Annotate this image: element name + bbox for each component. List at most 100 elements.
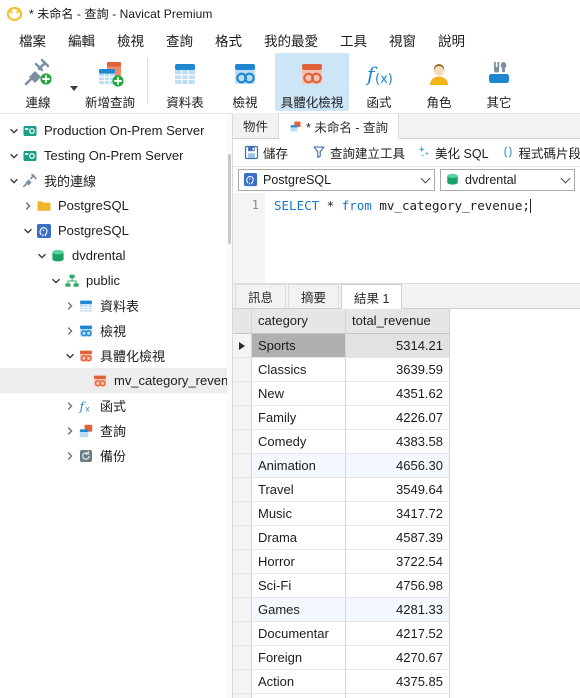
toolbar-button-new-query[interactable]: 新增查詢 — [80, 53, 140, 111]
cell-category[interactable]: Foreign — [251, 645, 346, 670]
cell-category[interactable]: New — [251, 381, 346, 406]
table-row[interactable]: Animation 4656.30 — [233, 453, 450, 478]
toolbar-button-other[interactable]: 其它 — [469, 53, 529, 111]
chevron-down-icon[interactable] — [6, 151, 21, 161]
save-button[interactable]: 儲存 — [240, 141, 292, 164]
cell-category[interactable]: Family — [251, 405, 346, 430]
cell-category[interactable]: Documentar — [251, 621, 346, 646]
cell-total-revenue[interactable]: 4226.07 — [345, 405, 450, 430]
chevron-right-icon[interactable] — [62, 401, 77, 411]
toolbar-button-role[interactable]: 角色 — [409, 53, 469, 111]
table-row[interactable]: New 4351.62 — [233, 381, 450, 406]
tab-objects[interactable]: 物件 — [233, 113, 280, 138]
table-row[interactable]: Family 4226.07 — [233, 405, 450, 430]
cell-category[interactable]: Action — [251, 669, 346, 694]
query-builder-button[interactable]: 查詢建立工具 — [308, 141, 409, 164]
chevron-down-icon[interactable] — [62, 351, 77, 361]
table-row[interactable]: Drama 4587.39 — [233, 525, 450, 550]
chevron-right-icon[interactable] — [20, 201, 35, 211]
table-row[interactable]: Comedy 4383.58 — [233, 429, 450, 454]
tab-untitled-query[interactable]: * 未命名 - 查詢 — [279, 114, 399, 139]
toolbar-button-view[interactable]: 檢視 — [215, 53, 275, 111]
cell-total-revenue[interactable]: 4281.33 — [345, 597, 450, 622]
menu-file[interactable]: 檔案 — [8, 27, 57, 53]
cell-category[interactable]: Horror — [251, 549, 346, 574]
tree-item-functions[interactable]: f x 函式 — [0, 393, 232, 418]
table-row[interactable]: Documentar 4217.52 — [233, 621, 450, 646]
tree-item-dvdrental-database[interactable]: dvdrental — [0, 243, 232, 268]
cell-total-revenue[interactable]: 4375.85 — [345, 669, 450, 694]
tree-item-testing-server[interactable]: Testing On-Prem Server — [0, 143, 232, 168]
sql-code-area[interactable]: SELECT * from mv_category_revenue; — [265, 193, 580, 283]
cell-total-revenue[interactable]: 4656.30 — [345, 453, 450, 478]
tree-item-tables[interactable]: 資料表 — [0, 293, 232, 318]
chevron-down-icon[interactable] — [48, 276, 63, 286]
cell-total-revenue[interactable]: 3549.64 — [345, 477, 450, 502]
cell-total-revenue[interactable]: 4217.52 — [345, 621, 450, 646]
cell-category[interactable]: Sports — [251, 333, 346, 358]
table-row[interactable]: Travel 3549.64 — [233, 477, 450, 502]
menu-query[interactable]: 查詢 — [155, 27, 204, 53]
toolbar-button-materialized-view[interactable]: 具體化檢視 — [275, 53, 349, 111]
cell-category[interactable]: Music — [251, 501, 346, 526]
chevron-right-icon[interactable] — [62, 426, 77, 436]
column-header-total-revenue[interactable]: total_revenue — [345, 309, 450, 334]
cell-category[interactable]: Drama — [251, 525, 346, 550]
chevron-down-icon[interactable] — [6, 176, 21, 186]
tree-item-public-schema[interactable]: public — [0, 268, 232, 293]
beautify-sql-button[interactable]: 美化 SQL — [413, 141, 493, 164]
tree-item-backups[interactable]: 備份 — [0, 443, 232, 468]
tab-result-1[interactable]: 結果 1 — [341, 284, 403, 310]
table-row[interactable]: Music 3417.72 — [233, 501, 450, 526]
chevron-right-icon[interactable] — [62, 451, 77, 461]
menu-format[interactable]: 格式 — [204, 27, 253, 53]
cell-category[interactable]: Comedy — [251, 429, 346, 454]
cell-category[interactable]: Sci-Fi — [251, 573, 346, 598]
cell-total-revenue[interactable]: 4756.98 — [345, 573, 450, 598]
cell-category[interactable]: Classics — [251, 357, 346, 382]
menu-favorites[interactable]: 我的最愛 — [253, 27, 329, 53]
cell-total-revenue[interactable]: 3655.55 — [345, 693, 450, 698]
database-select[interactable]: dvdrental — [440, 168, 575, 191]
cell-total-revenue[interactable]: 4383.58 — [345, 429, 450, 454]
table-row[interactable]: Horror 3722.54 — [233, 549, 450, 574]
table-row[interactable]: Foreign 4270.67 — [233, 645, 450, 670]
cell-total-revenue[interactable]: 3417.72 — [345, 501, 450, 526]
code-snippet-button[interactable]: 程式碼片段 — [497, 141, 580, 164]
toolbar-button-connection[interactable]: 連線 — [8, 53, 68, 111]
chevron-down-icon[interactable] — [20, 226, 35, 236]
column-header-category[interactable]: category — [251, 309, 346, 334]
tree-item-my-connections[interactable]: 我的連線 — [0, 168, 232, 193]
table-row[interactable]: Sci-Fi 4756.98 — [233, 573, 450, 598]
tree-item-postgresql-folder[interactable]: PostgreSQL — [0, 193, 232, 218]
table-row[interactable]: Children 3655.55 — [233, 693, 450, 698]
table-row[interactable]: Classics 3639.59 — [233, 357, 450, 382]
chevron-down-icon[interactable] — [6, 126, 21, 136]
table-row[interactable]: Games 4281.33 — [233, 597, 450, 622]
chevron-down-icon[interactable] — [420, 173, 430, 184]
cell-total-revenue[interactable]: 3639.59 — [345, 357, 450, 382]
chevron-down-icon[interactable] — [560, 173, 570, 184]
toolbar-button-function[interactable]: f (x) 函式 — [349, 53, 409, 111]
tree-item-production-server[interactable]: Production On-Prem Server — [0, 118, 232, 143]
tree-item-materialized-views[interactable]: 具體化檢視 — [0, 343, 232, 368]
chevron-right-icon[interactable] — [62, 326, 77, 336]
cell-category[interactable]: Games — [251, 597, 346, 622]
cell-total-revenue[interactable]: 5314.21 — [345, 333, 450, 358]
cell-total-revenue[interactable]: 4587.39 — [345, 525, 450, 550]
toolbar-button-table[interactable]: 資料表 — [155, 53, 215, 111]
tree-item-queries[interactable]: 查詢 — [0, 418, 232, 443]
cell-category[interactable]: Travel — [251, 477, 346, 502]
tab-messages[interactable]: 訊息 — [235, 284, 287, 309]
tree-item-postgresql-connection[interactable]: PostgreSQL — [0, 218, 232, 243]
cell-total-revenue[interactable]: 3722.54 — [345, 549, 450, 574]
table-row[interactable]: Action 4375.85 — [233, 669, 450, 694]
chevron-right-icon[interactable] — [62, 301, 77, 311]
tab-profile[interactable]: 摘要 — [288, 284, 340, 309]
chevron-down-icon[interactable] — [34, 251, 49, 261]
menu-edit[interactable]: 編輯 — [57, 27, 106, 53]
table-row[interactable]: Sports 5314.21 — [233, 333, 450, 358]
menu-window[interactable]: 視窗 — [378, 27, 427, 53]
menu-help[interactable]: 說明 — [427, 27, 476, 53]
connection-dropdown-caret-icon[interactable] — [68, 85, 80, 91]
